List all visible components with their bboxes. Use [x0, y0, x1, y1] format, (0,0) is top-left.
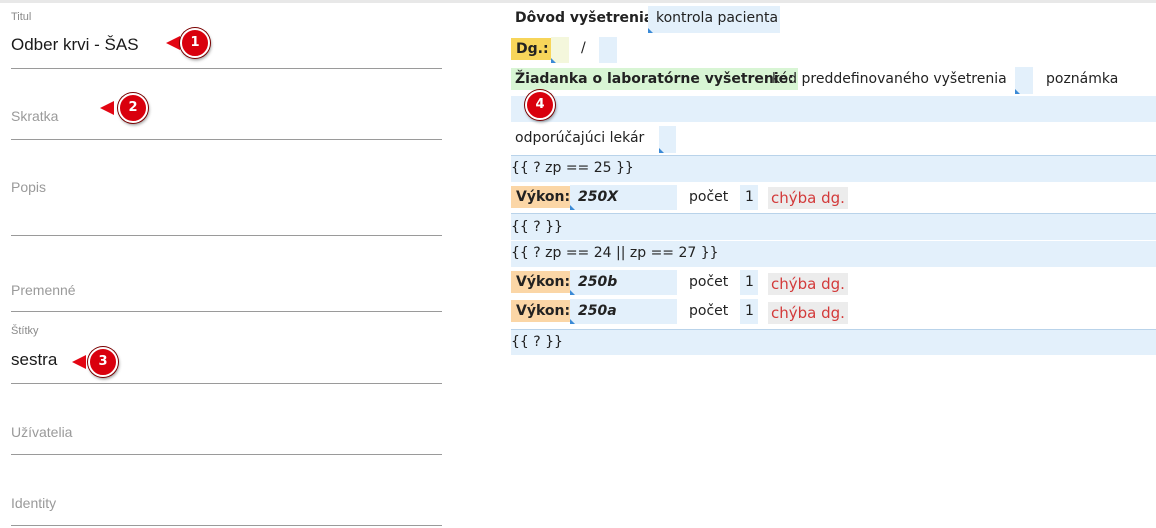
lab-code-field[interactable] — [1015, 67, 1033, 94]
template-form: Titul Odber krvi - ŠAS Skratka Popis Pre… — [0, 0, 460, 528]
title-field[interactable]: Titul Odber krvi - ŠAS — [11, 0, 442, 69]
template-body: Dôvod vyšetrenia: kontrola pacienta Dg.:… — [511, 0, 1156, 528]
callout-number: 4 — [525, 90, 555, 120]
procedure-code[interactable]: 250b — [578, 274, 617, 290]
title-field-label: Titul — [11, 11, 32, 23]
description-field[interactable]: Popis — [11, 140, 442, 236]
description-placeholder: Popis — [11, 179, 47, 195]
callout-number: 1 — [180, 28, 210, 58]
users-placeholder: Užívatelia — [11, 424, 73, 440]
procedure-count-field[interactable]: 1 — [740, 299, 758, 324]
tags-field-value[interactable]: sestra — [11, 350, 57, 370]
users-field[interactable]: Užívatelia — [11, 384, 442, 455]
procedure-count-label: počet — [689, 274, 729, 290]
reason-label: Dôvod vyšetrenia: — [515, 10, 659, 26]
procedure-code[interactable]: 250X — [578, 189, 618, 205]
tags-field[interactable]: Štítky sestra — [11, 312, 442, 384]
callout-number: 2 — [118, 93, 148, 123]
procedure-count[interactable]: 1 — [745, 189, 754, 205]
abbreviation-placeholder: Skratka — [11, 108, 59, 124]
lab-note-text: poznámka — [1046, 71, 1119, 87]
lab-request-label: Žiadanka o laboratórne vyšetrenie: — [511, 68, 798, 90]
variables-field[interactable]: Premenné — [11, 236, 442, 312]
identities-placeholder: Identity — [11, 495, 57, 511]
condition-open-zp24-27: {{ ? zp == 24 || zp == 27 }} — [511, 241, 1156, 267]
procedure-count-field[interactable]: 1 — [740, 270, 758, 295]
condition-close: {{ ? }} — [511, 329, 1156, 355]
condition-close-text: {{ ? }} — [511, 334, 563, 350]
title-field-value[interactable]: Odber krvi - ŠAS — [11, 35, 139, 55]
tags-field-label: Štítky — [11, 325, 39, 337]
lab-code-text: kód preddefinovaného vyšetrenia — [772, 71, 1007, 87]
abbreviation-field[interactable]: Skratka — [11, 69, 442, 140]
dg-secondary-field[interactable] — [599, 37, 617, 63]
reason-field[interactable]: kontrola pacienta — [648, 6, 780, 33]
reason-value[interactable]: kontrola pacienta — [656, 10, 778, 26]
procedure-count-label: počet — [689, 303, 729, 319]
dg-separator: / — [581, 40, 586, 56]
procedure-count-label: počet — [689, 189, 729, 205]
procedure-error: chýba dg. — [768, 187, 848, 209]
procedure-code[interactable]: 250a — [578, 303, 617, 319]
procedure-count-field[interactable]: 1 — [740, 185, 758, 210]
referring-doctor-text: odporúčajúci lekár — [515, 130, 645, 146]
procedure-label: Výkon: — [511, 300, 576, 322]
dg-primary-field[interactable] — [551, 37, 569, 63]
callout-pointer-icon — [166, 36, 180, 50]
dg-label: Dg.: — [511, 38, 554, 60]
lab-note-field[interactable] — [511, 96, 1156, 122]
condition-open-text: {{ ? zp == 25 }} — [511, 160, 634, 176]
condition-close-text: {{ ? }} — [511, 219, 563, 235]
procedure-code-field[interactable]: 250a — [570, 299, 677, 324]
procedure-code-field[interactable]: 250X — [570, 185, 677, 210]
procedure-code-field[interactable]: 250b — [570, 270, 677, 295]
condition-open-zp25: {{ ? zp == 25 }} — [511, 155, 1156, 182]
variables-placeholder: Premenné — [11, 282, 76, 298]
procedure-label: Výkon: — [511, 271, 576, 293]
procedure-label: Výkon: — [511, 186, 576, 208]
condition-open-text: {{ ? zp == 24 || zp == 27 }} — [511, 245, 719, 261]
callout-pointer-icon — [72, 355, 86, 369]
procedure-count[interactable]: 1 — [745, 274, 754, 290]
procedure-count[interactable]: 1 — [745, 303, 754, 319]
callout-number: 3 — [88, 347, 118, 377]
procedure-error: chýba dg. — [768, 273, 848, 295]
callout-pointer-icon — [100, 101, 114, 115]
referring-doctor-field[interactable] — [659, 126, 676, 153]
condition-close: {{ ? }} — [511, 213, 1156, 240]
identities-field[interactable]: Identity — [11, 455, 442, 526]
procedure-error: chýba dg. — [768, 302, 848, 324]
